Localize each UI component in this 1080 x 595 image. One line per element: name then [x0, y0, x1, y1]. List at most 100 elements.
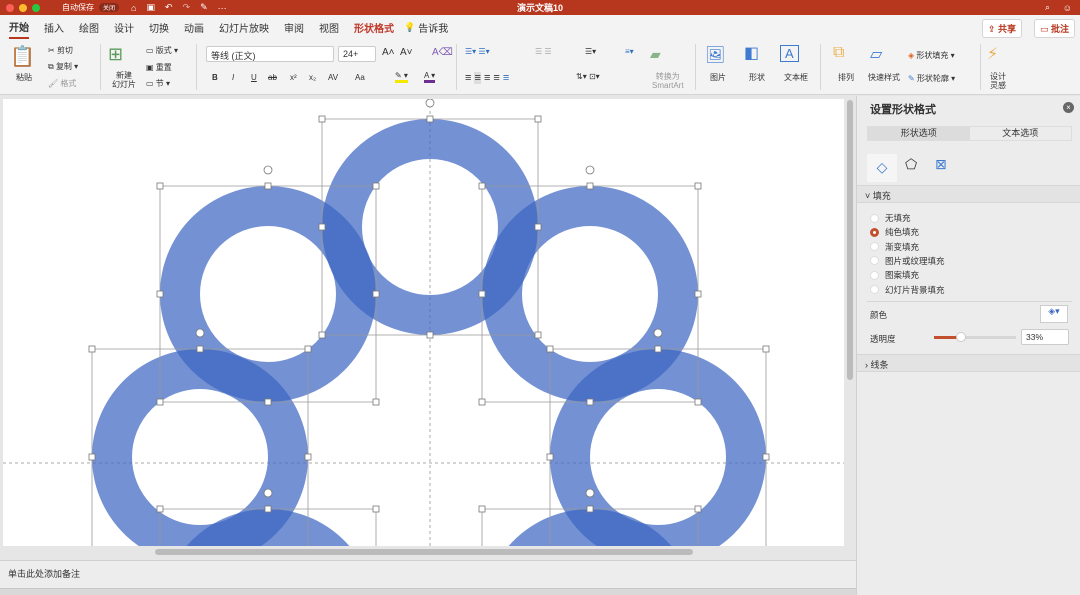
- resize-handle[interactable]: [196, 345, 204, 353]
- home-icon[interactable]: ⌂: [131, 3, 136, 13]
- resize-handle[interactable]: [426, 331, 434, 339]
- resize-handle[interactable]: [546, 345, 554, 353]
- effects-pentagon-icon[interactable]: ⬠: [905, 156, 917, 173]
- font-color-icon[interactable]: A ▾: [424, 71, 436, 83]
- rotate-handle-icon[interactable]: [585, 488, 595, 498]
- close-pane-icon[interactable]: ×: [1063, 102, 1074, 113]
- cut-button[interactable]: ✂ 剪切: [48, 45, 73, 56]
- resize-handle[interactable]: [654, 345, 662, 353]
- resize-handle[interactable]: [156, 398, 164, 406]
- picture-button[interactable]: 图片: [710, 72, 726, 83]
- change-case-button[interactable]: Aa: [355, 73, 365, 82]
- color-picker-button[interactable]: ◈▾: [1040, 305, 1068, 323]
- resize-handle[interactable]: [372, 182, 380, 190]
- share-button[interactable]: ⇪ 共享: [982, 19, 1023, 38]
- resize-handle[interactable]: [304, 453, 312, 461]
- designer-icon[interactable]: ⚡: [987, 44, 998, 64]
- edit-icon[interactable]: ✎: [200, 2, 208, 13]
- shape-fill-button[interactable]: ◈ 形状填充 ▾: [908, 50, 955, 61]
- more-icon[interactable]: ···: [218, 3, 227, 13]
- redo-icon[interactable]: ↷: [183, 2, 191, 13]
- resize-handle[interactable]: [372, 398, 380, 406]
- resize-handle[interactable]: [264, 505, 272, 513]
- tab-review[interactable]: 审阅: [284, 17, 304, 38]
- resize-handle[interactable]: [546, 453, 554, 461]
- resize-handle[interactable]: [694, 505, 702, 513]
- font-size-select[interactable]: 24+: [338, 46, 376, 62]
- tab-home[interactable]: 开始: [9, 16, 29, 39]
- rotate-handle-icon[interactable]: [263, 488, 273, 498]
- transparency-slider-knob[interactable]: [956, 332, 967, 342]
- indent-icon[interactable]: ☰ ☰: [535, 47, 552, 56]
- resize-handle[interactable]: [762, 345, 770, 353]
- subscript-button[interactable]: x₂: [309, 73, 316, 82]
- reset-button[interactable]: ▣ 重置: [146, 62, 172, 73]
- bold-button[interactable]: B: [212, 73, 218, 82]
- resize-handle[interactable]: [586, 398, 594, 406]
- radio-circle[interactable]: [870, 213, 879, 223]
- resize-handle[interactable]: [586, 182, 594, 190]
- fill-option-radio[interactable]: 纯色填充: [870, 226, 919, 238]
- quick-styles-button[interactable]: 快速样式: [868, 72, 900, 83]
- tab-shape-options[interactable]: 形状选项: [868, 127, 970, 140]
- resize-handle[interactable]: [534, 331, 542, 339]
- copy-button[interactable]: ⧉ 复制 ▾: [48, 61, 78, 72]
- resize-handle[interactable]: [478, 398, 486, 406]
- resize-handle[interactable]: [304, 345, 312, 353]
- autosave-toggle[interactable]: 关闭: [99, 3, 120, 12]
- font-name-select[interactable]: 等线 (正文): [206, 46, 334, 62]
- tab-text-options[interactable]: 文本选项: [970, 127, 1072, 140]
- ring-shape[interactable]: [186, 508, 350, 546]
- new-slide-button[interactable]: 新建 幻灯片: [112, 71, 136, 89]
- radio-circle[interactable]: [870, 242, 879, 252]
- rotate-handle-icon[interactable]: [263, 165, 273, 175]
- resize-handle[interactable]: [478, 505, 486, 513]
- resize-handle[interactable]: [318, 223, 326, 231]
- resize-handle[interactable]: [372, 505, 380, 513]
- paste-button[interactable]: 粘贴: [16, 72, 32, 83]
- new-slide-icon[interactable]: ⊞: [108, 44, 123, 65]
- shrink-font-icon[interactable]: A˅: [400, 47, 413, 58]
- radio-circle[interactable]: [870, 256, 879, 266]
- fill-line-icon[interactable]: ◇: [867, 154, 897, 182]
- ring-shape[interactable]: [508, 508, 672, 546]
- fill-option-radio[interactable]: 无填充: [870, 212, 911, 224]
- horizontal-scrollbar[interactable]: [155, 549, 693, 555]
- tab-draw[interactable]: 绘图: [79, 17, 99, 38]
- size-properties-icon[interactable]: ⊠: [935, 156, 947, 173]
- resize-handle[interactable]: [264, 398, 272, 406]
- tab-slideshow[interactable]: 幻灯片放映: [219, 17, 269, 38]
- radio-circle[interactable]: [870, 285, 879, 294]
- rotate-handle-icon[interactable]: [195, 328, 205, 338]
- radio-circle[interactable]: [870, 227, 879, 237]
- layout-button[interactable]: ▭ 版式 ▾: [146, 45, 178, 56]
- resize-handle[interactable]: [694, 290, 702, 298]
- slide[interactable]: [3, 99, 844, 546]
- fill-option-radio[interactable]: 幻灯片背景填充: [870, 284, 945, 296]
- account-icon[interactable]: ☺: [1063, 3, 1072, 13]
- tab-animations[interactable]: 动画: [184, 17, 204, 38]
- fill-option-radio[interactable]: 图案填充: [870, 269, 919, 281]
- line-spacing-icon[interactable]: ☰▾: [585, 47, 596, 56]
- char-spacing-button[interactable]: AV: [328, 73, 338, 82]
- picture-icon[interactable]: 🖼: [705, 45, 725, 65]
- resize-handle[interactable]: [694, 398, 702, 406]
- search-icon[interactable]: ⌕: [1045, 2, 1050, 13]
- rotate-handle-icon[interactable]: [585, 165, 595, 175]
- resize-handle[interactable]: [534, 115, 542, 123]
- textbox-icon[interactable]: A: [780, 45, 799, 62]
- highlight-icon[interactable]: ✎ ▾: [395, 71, 408, 83]
- notes-area[interactable]: 单击此处添加备注: [0, 560, 856, 588]
- resize-handle[interactable]: [694, 182, 702, 190]
- quick-styles-icon[interactable]: ▱: [870, 44, 882, 64]
- resize-handle[interactable]: [478, 290, 486, 298]
- resize-handle[interactable]: [156, 290, 164, 298]
- columns-icon[interactable]: ≡▾: [625, 47, 634, 56]
- section-button[interactable]: ▭ 节 ▾: [146, 78, 170, 89]
- rotate-handle-icon[interactable]: [425, 99, 435, 108]
- strikethrough-button[interactable]: ab: [268, 73, 277, 82]
- save-icon[interactable]: ▣: [146, 2, 155, 13]
- underline-button[interactable]: U: [251, 73, 257, 82]
- smartart-icon[interactable]: ▰: [650, 46, 661, 63]
- fill-option-radio[interactable]: 图片或纹理填充: [870, 255, 945, 267]
